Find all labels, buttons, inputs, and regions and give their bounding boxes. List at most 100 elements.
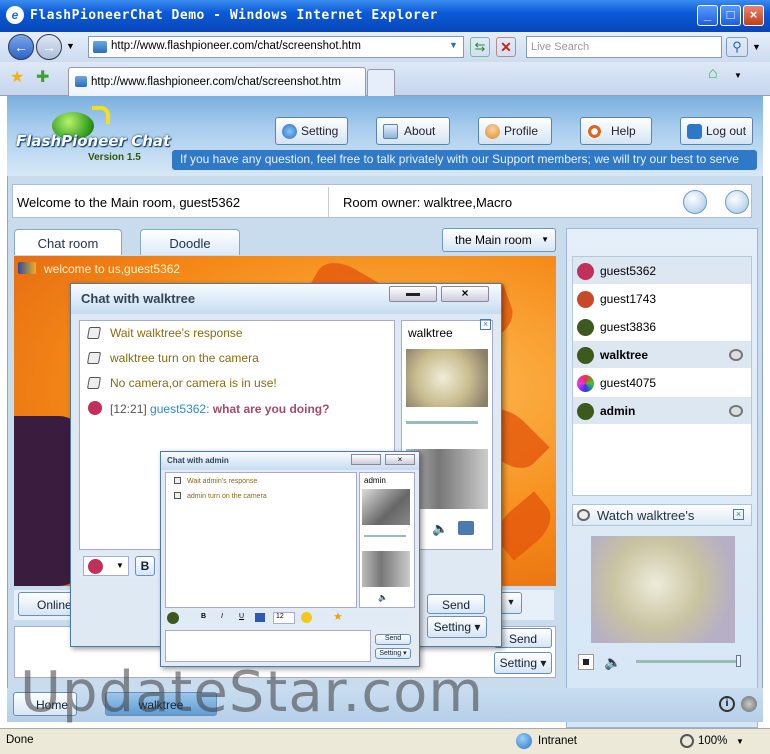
home-icon[interactable]: ⌂: [708, 65, 718, 83]
browser-tab[interactable]: http://www.flashpioneer.com/chat/screens…: [68, 67, 366, 96]
font-size-value: 12: [276, 613, 284, 620]
search-icon[interactable]: ⚲: [726, 37, 748, 57]
maximize-button[interactable]: □: [720, 5, 741, 26]
about-label: About: [404, 124, 436, 138]
font-size-select[interactable]: 12: [273, 612, 295, 624]
close-chat-button[interactable]: ×: [385, 454, 415, 465]
chat-window-admin: Chat with admin × Wait admin's response …: [160, 451, 420, 667]
message-time: [12:21]: [110, 402, 147, 416]
speaker-icon[interactable]: 🔈: [432, 521, 448, 537]
zoom-icon[interactable]: [680, 734, 694, 748]
italic-button[interactable]: I: [221, 613, 223, 620]
live-search-input[interactable]: Live Search: [526, 36, 722, 58]
avatar-picker[interactable]: ▼: [83, 556, 129, 576]
star-icon[interactable]: ★: [333, 610, 343, 623]
emoticon-icon[interactable]: [301, 612, 312, 623]
bold-button[interactable]: B: [201, 613, 206, 620]
user-row[interactable]: guest4075: [573, 369, 751, 396]
send-button[interactable]: Send: [494, 628, 552, 648]
user-row[interactable]: walktree: [573, 341, 751, 368]
about-button[interactable]: About: [376, 117, 450, 145]
minimize-chat-button[interactable]: [351, 454, 381, 465]
help-button[interactable]: Help: [580, 117, 652, 145]
arrow-icon: [86, 327, 102, 339]
tab-doodle[interactable]: Doodle: [140, 229, 240, 255]
exit-room-icon[interactable]: [725, 190, 749, 214]
tab-chat-room[interactable]: Chat room: [14, 229, 122, 255]
history-dropdown-icon[interactable]: ▼: [66, 41, 75, 51]
close-chat-button[interactable]: ×: [441, 286, 489, 302]
home-dropdown-icon[interactable]: ▼: [734, 71, 742, 80]
setting-button[interactable]: Setting: [275, 117, 348, 145]
more-dropdown[interactable]: ▼: [500, 592, 522, 614]
avatar-picker[interactable]: [167, 612, 179, 624]
camera-icon[interactable]: [729, 349, 743, 361]
new-tab-button[interactable]: [367, 69, 395, 96]
stop-video-button[interactable]: [578, 654, 594, 670]
favorites-star-icon[interactable]: ★: [10, 67, 24, 87]
message-text: Wait walktree's response: [110, 326, 243, 340]
user-name: guest3836: [600, 320, 657, 334]
logout-button[interactable]: Log out: [680, 117, 753, 145]
setting-dropdown[interactable]: Setting ▾: [375, 648, 411, 659]
lifebuoy-icon: [587, 124, 602, 139]
close-icon[interactable]: ×: [480, 319, 491, 330]
user-avatar-icon: [577, 403, 594, 420]
notice-banner: If you have any question, feel free to t…: [172, 150, 757, 170]
camera-icon[interactable]: [729, 405, 743, 417]
room-select[interactable]: the Main room ▼: [442, 228, 556, 252]
address-dropdown-icon[interactable]: ▼: [449, 40, 458, 50]
message-input[interactable]: [165, 630, 371, 662]
watch-controls: 🔈: [572, 650, 752, 674]
add-favorites-icon[interactable]: ✚: [36, 67, 49, 87]
send-button[interactable]: Send: [375, 634, 411, 645]
stop-icon[interactable]: ✕: [496, 37, 516, 57]
address-input[interactable]: http://www.flashpioneer.com/chat/screens…: [88, 36, 464, 58]
forward-icon[interactable]: →: [36, 34, 62, 60]
camera-icon[interactable]: [458, 521, 474, 535]
search-options-icon[interactable]: ▼: [752, 42, 761, 52]
online-label: Online: [37, 598, 72, 612]
user-icon: [485, 124, 500, 139]
close-button[interactable]: ×: [743, 5, 764, 26]
back-icon[interactable]: ←: [8, 34, 34, 60]
user-row[interactable]: guest1743: [573, 285, 751, 312]
profile-button[interactable]: Profile: [478, 117, 552, 145]
arrow-icon: [86, 352, 102, 364]
message-user: guest5362:: [150, 402, 210, 416]
setting-dropdown[interactable]: Setting ▾: [494, 652, 552, 674]
sound-icon[interactable]: [741, 696, 757, 712]
volume-handle[interactable]: [736, 655, 741, 667]
zoom-level[interactable]: 100%: [698, 735, 727, 747]
minimize-chat-button[interactable]: [389, 286, 437, 302]
user-name: guest5362: [600, 264, 657, 278]
system-message: Wait walktree's response: [86, 326, 243, 340]
bold-button[interactable]: B: [135, 556, 155, 576]
user-avatar-icon: [577, 263, 594, 280]
volume-slider[interactable]: [406, 421, 478, 424]
info-icon[interactable]: i: [719, 696, 735, 712]
user-name: guest4075: [600, 376, 657, 390]
refresh-icon[interactable]: ⇆: [470, 37, 490, 57]
online-button[interactable]: Online: [18, 592, 74, 616]
send-button[interactable]: Send: [427, 594, 485, 614]
copy-icon[interactable]: [683, 190, 707, 214]
user-list: guest5362 guest1743 guest3836 walktree g…: [572, 256, 752, 496]
system-message: No camera,or camera is in use!: [86, 376, 277, 390]
color-picker[interactable]: [255, 613, 265, 622]
zoom-dropdown-icon[interactable]: ▼: [736, 737, 744, 746]
speaker-icon[interactable]: 🔈: [604, 654, 621, 671]
minimize-button[interactable]: _: [697, 5, 718, 26]
watermark: UpdateStar.com: [20, 660, 484, 725]
setting-dropdown[interactable]: Setting ▾: [427, 616, 487, 638]
close-icon[interactable]: ×: [733, 509, 744, 520]
zone-text: Intranet: [538, 735, 577, 747]
room-owner-text: Room owner: walktree,Macro: [343, 195, 513, 210]
user-row[interactable]: admin: [573, 397, 751, 424]
user-row[interactable]: guest3836: [573, 313, 751, 340]
volume-slider[interactable]: [364, 535, 406, 537]
volume-slider[interactable]: [636, 660, 740, 663]
user-row[interactable]: guest5362: [573, 257, 751, 284]
underline-button[interactable]: U: [239, 613, 244, 620]
speaker-icon[interactable]: 🔈: [378, 593, 388, 602]
